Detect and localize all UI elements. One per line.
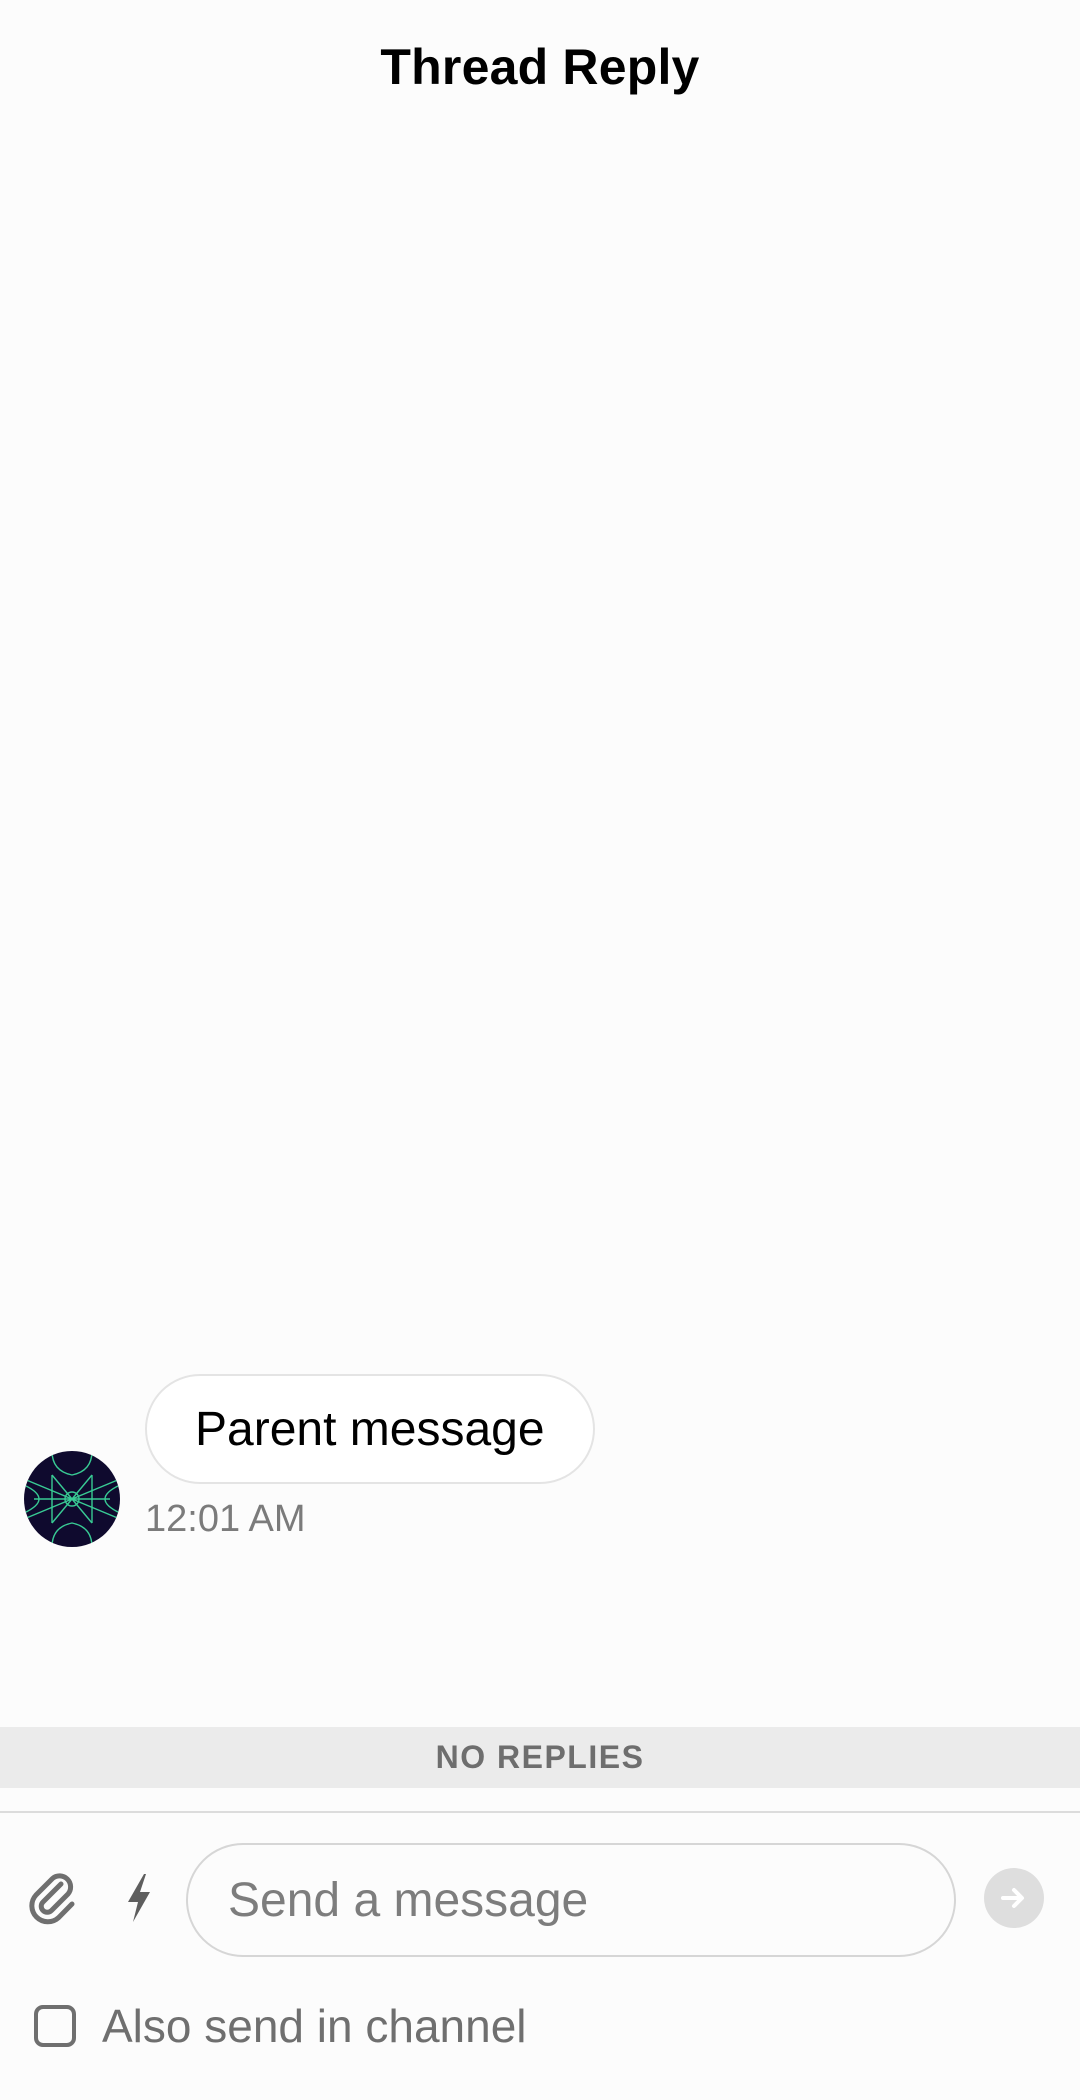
parent-message-text: Parent message bbox=[195, 1402, 545, 1456]
also-send-in-channel-row[interactable]: Also send in channel bbox=[34, 1996, 527, 2056]
thread-reply-screen: Thread Reply Parent message 12:01 AM NO … bbox=[0, 0, 1080, 2100]
page-title: Thread Reply bbox=[380, 39, 700, 95]
also-send-checkbox[interactable] bbox=[34, 2005, 76, 2047]
header: Thread Reply bbox=[0, 0, 1080, 130]
arrow-right-icon bbox=[1001, 1888, 1024, 1908]
replies-status: NO REPLIES bbox=[435, 1739, 645, 1775]
lightning-bolt-icon bbox=[128, 1874, 150, 1922]
geometric-pattern-avatar-icon bbox=[24, 1451, 120, 1547]
paperclip-icon bbox=[29, 1873, 75, 1925]
message-input[interactable] bbox=[186, 1843, 956, 1957]
replies-divider: NO REPLIES bbox=[0, 1727, 1080, 1788]
message-timestamp: 12:01 AM bbox=[145, 1498, 306, 1540]
send-button[interactable] bbox=[984, 1868, 1044, 1928]
message-list[interactable] bbox=[0, 130, 1080, 1727]
attach-button[interactable] bbox=[22, 1866, 86, 1930]
commands-button[interactable] bbox=[114, 1866, 164, 1930]
parent-message-bubble[interactable]: Parent message bbox=[145, 1374, 595, 1484]
avatar[interactable] bbox=[24, 1451, 120, 1547]
composer-divider bbox=[0, 1811, 1080, 1813]
also-send-label: Also send in channel bbox=[102, 2000, 527, 2052]
